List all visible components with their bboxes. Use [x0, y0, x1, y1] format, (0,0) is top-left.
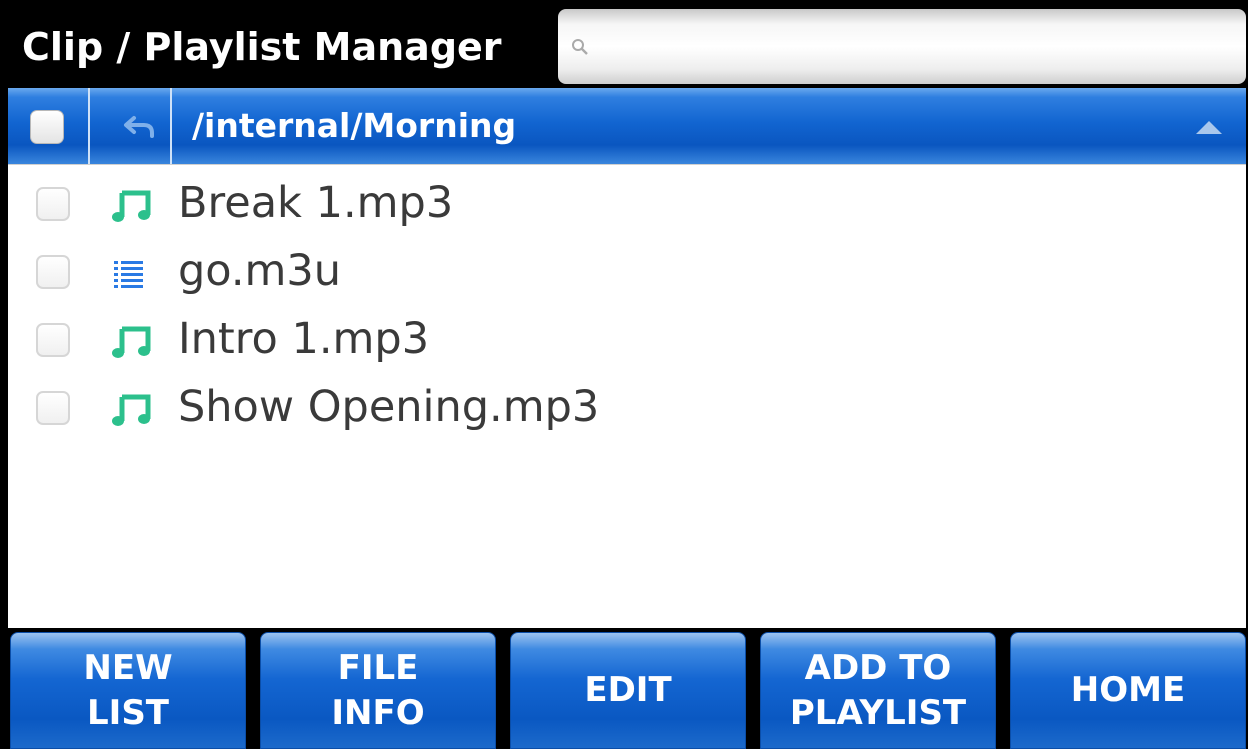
search-icon	[572, 39, 588, 55]
list-item[interactable]: Intro 1.mp3	[8, 305, 1246, 373]
file-name: Intro 1.mp3	[178, 314, 430, 364]
row-checkbox[interactable]	[36, 391, 70, 425]
music-note-icon	[112, 394, 151, 426]
file-name: go.m3u	[178, 246, 342, 296]
file-list: Break 1.mp3 go.m3u Intro 1.mp3 Show Open…	[8, 164, 1246, 628]
home-button[interactable]: HOME	[1010, 632, 1246, 749]
file-name: Break 1.mp3	[178, 178, 454, 228]
list-item[interactable]: Show Opening.mp3	[8, 373, 1246, 441]
page-title: Clip / Playlist Manager	[22, 25, 502, 69]
current-path: /internal/Morning	[192, 106, 517, 145]
row-checkbox[interactable]	[36, 255, 70, 289]
music-note-icon	[112, 326, 151, 358]
edit-button[interactable]: EDIT	[510, 632, 746, 749]
row-checkbox[interactable]	[36, 187, 70, 221]
add-to-playlist-button[interactable]: ADD TO PLAYLIST	[760, 632, 996, 749]
divider	[170, 88, 172, 164]
file-info-button[interactable]: FILE INFO	[260, 632, 496, 749]
search-box[interactable]	[558, 9, 1246, 84]
path-bar: /internal/Morning	[8, 88, 1246, 164]
select-all-checkbox[interactable]	[30, 110, 64, 144]
divider	[88, 88, 90, 164]
music-note-icon	[112, 190, 151, 222]
row-checkbox[interactable]	[36, 323, 70, 357]
search-input[interactable]	[594, 19, 1238, 76]
back-arrow-icon[interactable]	[120, 112, 160, 142]
list-icon	[114, 261, 143, 288]
triangle-up-icon[interactable]	[1194, 118, 1224, 136]
list-item[interactable]: Break 1.mp3	[8, 169, 1246, 237]
new-list-button[interactable]: NEW LIST	[10, 632, 246, 749]
list-item[interactable]: go.m3u	[8, 237, 1246, 305]
file-name: Show Opening.mp3	[178, 382, 600, 432]
